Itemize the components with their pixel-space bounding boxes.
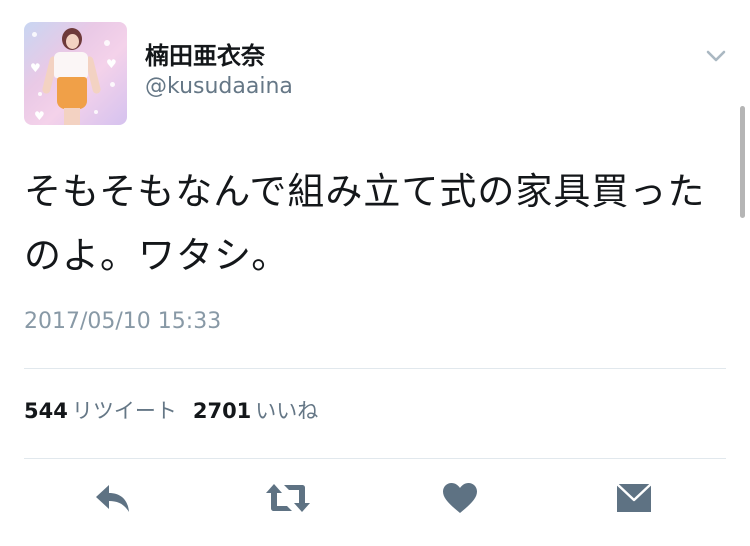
envelope-icon xyxy=(615,481,653,519)
retweet-icon xyxy=(265,481,311,519)
retweet-count[interactable]: 544 xyxy=(24,399,68,423)
tweet-timestamp[interactable]: 2017/05/10 15:33 xyxy=(24,309,221,334)
divider xyxy=(24,458,726,459)
reply-button[interactable] xyxy=(93,482,133,518)
like-count[interactable]: 2701 xyxy=(193,399,251,423)
display-name[interactable]: 楠田亜衣奈 xyxy=(145,36,265,71)
retweet-button[interactable] xyxy=(265,482,311,518)
retweet-label[interactable]: リツイート xyxy=(72,399,177,423)
tweet-stats: 544 リツイート 2701 いいね xyxy=(24,395,318,425)
tweet-text: そもそもなんで組み立て式の家具買ったのよ。ワタシ。 xyxy=(24,170,706,277)
user-handle[interactable]: @kusudaaina xyxy=(145,74,293,99)
dm-button[interactable] xyxy=(614,482,654,518)
heart-icon xyxy=(442,482,478,518)
like-label[interactable]: いいね xyxy=(255,399,318,423)
scrollbar[interactable] xyxy=(740,106,745,218)
divider xyxy=(24,368,726,369)
reply-icon xyxy=(93,481,133,519)
chevron-down-icon[interactable] xyxy=(704,44,728,68)
like-button[interactable] xyxy=(440,482,480,518)
avatar[interactable]: ♥ ♥ ♥ xyxy=(24,22,127,125)
